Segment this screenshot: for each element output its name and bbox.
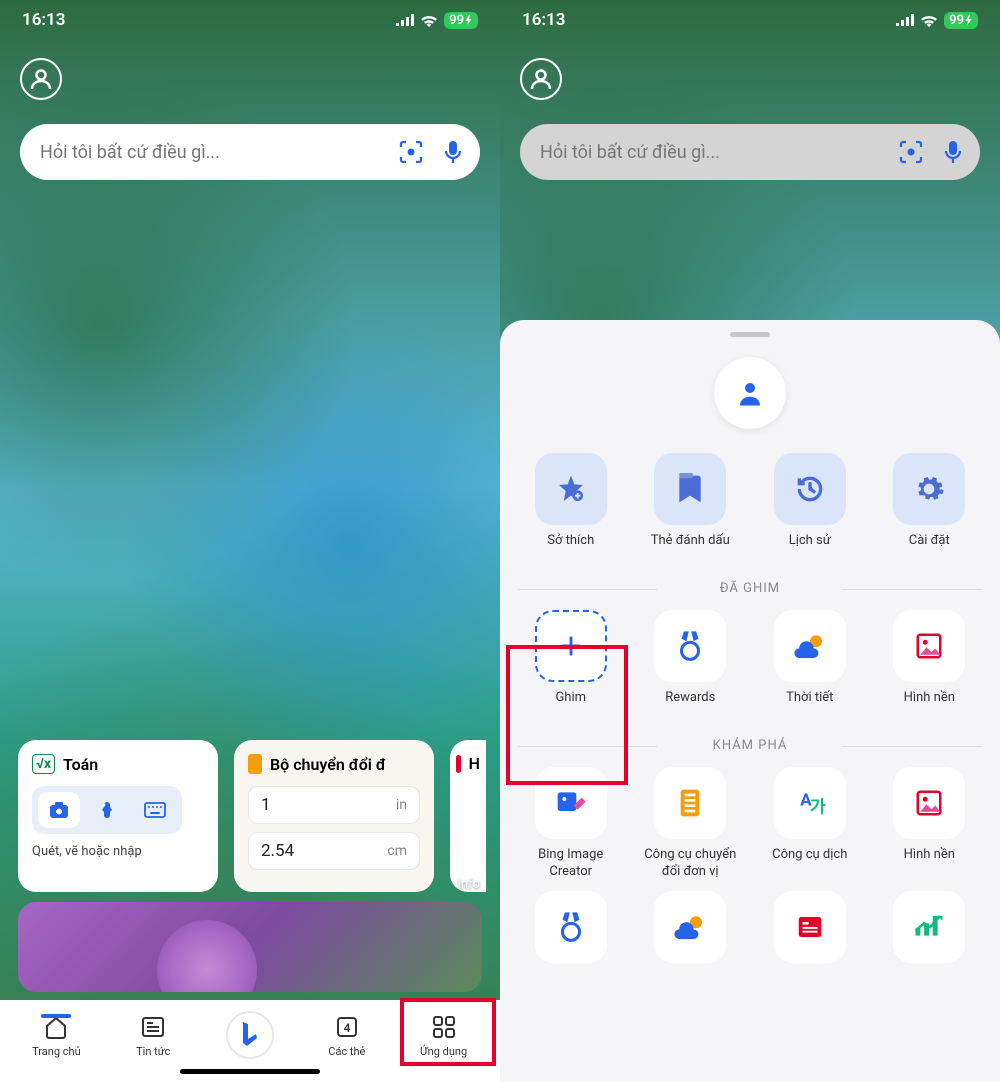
history-icon xyxy=(794,473,826,505)
news-icon xyxy=(795,912,825,942)
converter-title: Bộ chuyển đổi đ xyxy=(270,755,386,774)
mic-icon[interactable] xyxy=(942,139,964,165)
sheet-handle[interactable] xyxy=(730,332,770,337)
wallpaper-icon xyxy=(914,631,944,661)
tile-bookmarks[interactable]: Thẻ đánh dấu xyxy=(638,453,744,567)
search-input[interactable] xyxy=(40,142,398,163)
svg-text:가: 가 xyxy=(810,798,826,818)
person-icon xyxy=(29,67,53,91)
camera-search-icon[interactable] xyxy=(898,139,924,165)
nav-home[interactable]: Trang chủ xyxy=(16,1012,96,1058)
highlight-apps-nav xyxy=(400,998,496,1066)
tile-rewards-2[interactable] xyxy=(518,891,624,963)
wifi-icon xyxy=(920,14,938,27)
tile-stocks[interactable] xyxy=(877,891,983,963)
tile-news[interactable] xyxy=(757,891,863,963)
status-bar: 16:13 99 xyxy=(0,0,500,36)
partial-widget[interactable]: H xyxy=(450,740,486,892)
sheet-profile-button[interactable] xyxy=(714,357,786,429)
screen-home: 16:13 99 √x Toán Quét, vẽ hoặc nh xyxy=(0,0,500,1082)
math-camera-button[interactable] xyxy=(38,792,80,828)
home-indicator[interactable] xyxy=(180,1069,320,1074)
image-creator-icon xyxy=(555,787,587,819)
bookmark-icon xyxy=(676,473,704,505)
person-icon xyxy=(735,378,765,408)
tabs-icon: 4 xyxy=(334,1014,360,1040)
converter-input-row[interactable]: 1 in xyxy=(248,786,420,824)
info-label[interactable]: Info xyxy=(457,877,480,892)
medal-icon xyxy=(675,629,705,663)
tile-weather-2[interactable] xyxy=(638,891,744,963)
tile-wallpaper[interactable]: Hình nền xyxy=(877,610,983,724)
math-hint: Quét, vẽ hoặc nhập xyxy=(32,844,204,859)
translate-icon: A가 xyxy=(793,788,827,818)
converter-icon xyxy=(678,787,702,819)
math-icon: √x xyxy=(32,754,55,774)
nav-bing[interactable] xyxy=(210,1011,290,1059)
tile-settings[interactable]: Cài đặt xyxy=(877,453,983,567)
weather-icon xyxy=(672,912,708,942)
medal-icon xyxy=(556,910,586,944)
converter-widget[interactable]: Bộ chuyển đổi đ 1 in 2.54 cm xyxy=(234,740,434,892)
search-bar[interactable] xyxy=(520,124,980,180)
wallpaper-icon xyxy=(914,788,944,818)
tile-weather[interactable]: Thời tiết xyxy=(757,610,863,724)
stocks-icon xyxy=(913,913,945,941)
partial-icon xyxy=(456,755,461,773)
tile-rewards[interactable]: Rewards xyxy=(638,610,744,724)
mic-icon[interactable] xyxy=(442,139,464,165)
tile-unit-converter[interactable]: Công cụ chuyển đổi đơn vị xyxy=(638,767,744,881)
bing-icon xyxy=(237,1020,263,1050)
math-widget[interactable]: √x Toán Quét, vẽ hoặc nhập xyxy=(18,740,218,892)
quick-row: Sở thích Thẻ đánh dấu Lịch sử Cài đặt xyxy=(518,453,982,567)
battery-badge: 99 xyxy=(944,12,978,29)
star-icon xyxy=(555,473,587,505)
highlight-pin-tile xyxy=(506,645,628,785)
section-pinned: ĐÃ GHIM xyxy=(518,581,982,596)
nav-tabs[interactable]: 4 Các thẻ xyxy=(307,1012,387,1058)
person-icon xyxy=(529,67,553,91)
nav-news[interactable]: Tin tức xyxy=(113,1012,193,1058)
svg-text:4: 4 xyxy=(343,1021,350,1035)
signal-icon xyxy=(896,14,914,26)
camera-search-icon[interactable] xyxy=(398,139,424,165)
status-time: 16:13 xyxy=(522,10,565,30)
profile-button[interactable] xyxy=(20,58,62,100)
converter-output-row[interactable]: 2.54 cm xyxy=(248,832,420,870)
wifi-icon xyxy=(420,14,438,27)
news-icon xyxy=(140,1014,166,1040)
search-input[interactable] xyxy=(540,142,898,163)
tile-history[interactable]: Lịch sử xyxy=(757,453,863,567)
tile-wallpaper-2[interactable]: Hình nền xyxy=(877,767,983,881)
screen-apps-sheet: 16:13 99 Sở thích Thẻ đánh dấu Lịch sử C… xyxy=(500,0,1000,1082)
tile-translate[interactable]: A가Công cụ dịch xyxy=(757,767,863,881)
widget-row: √x Toán Quét, vẽ hoặc nhập Bộ chuyển đổi… xyxy=(18,740,500,892)
status-time: 16:13 xyxy=(22,10,65,30)
weather-icon xyxy=(792,631,828,661)
signal-icon xyxy=(396,14,414,26)
profile-button[interactable] xyxy=(520,58,562,100)
math-title: Toán xyxy=(63,755,98,774)
status-bar: 16:13 99 xyxy=(500,0,1000,36)
image-card[interactable] xyxy=(18,902,482,992)
math-keyboard-button[interactable] xyxy=(134,792,176,828)
explore-row-2 xyxy=(518,891,982,963)
tile-interests[interactable]: Sở thích xyxy=(518,453,624,567)
gear-icon xyxy=(913,473,945,505)
converter-icon xyxy=(248,754,262,774)
search-bar[interactable] xyxy=(20,124,480,180)
battery-badge: 99 xyxy=(444,12,478,29)
math-draw-button[interactable] xyxy=(86,792,128,828)
